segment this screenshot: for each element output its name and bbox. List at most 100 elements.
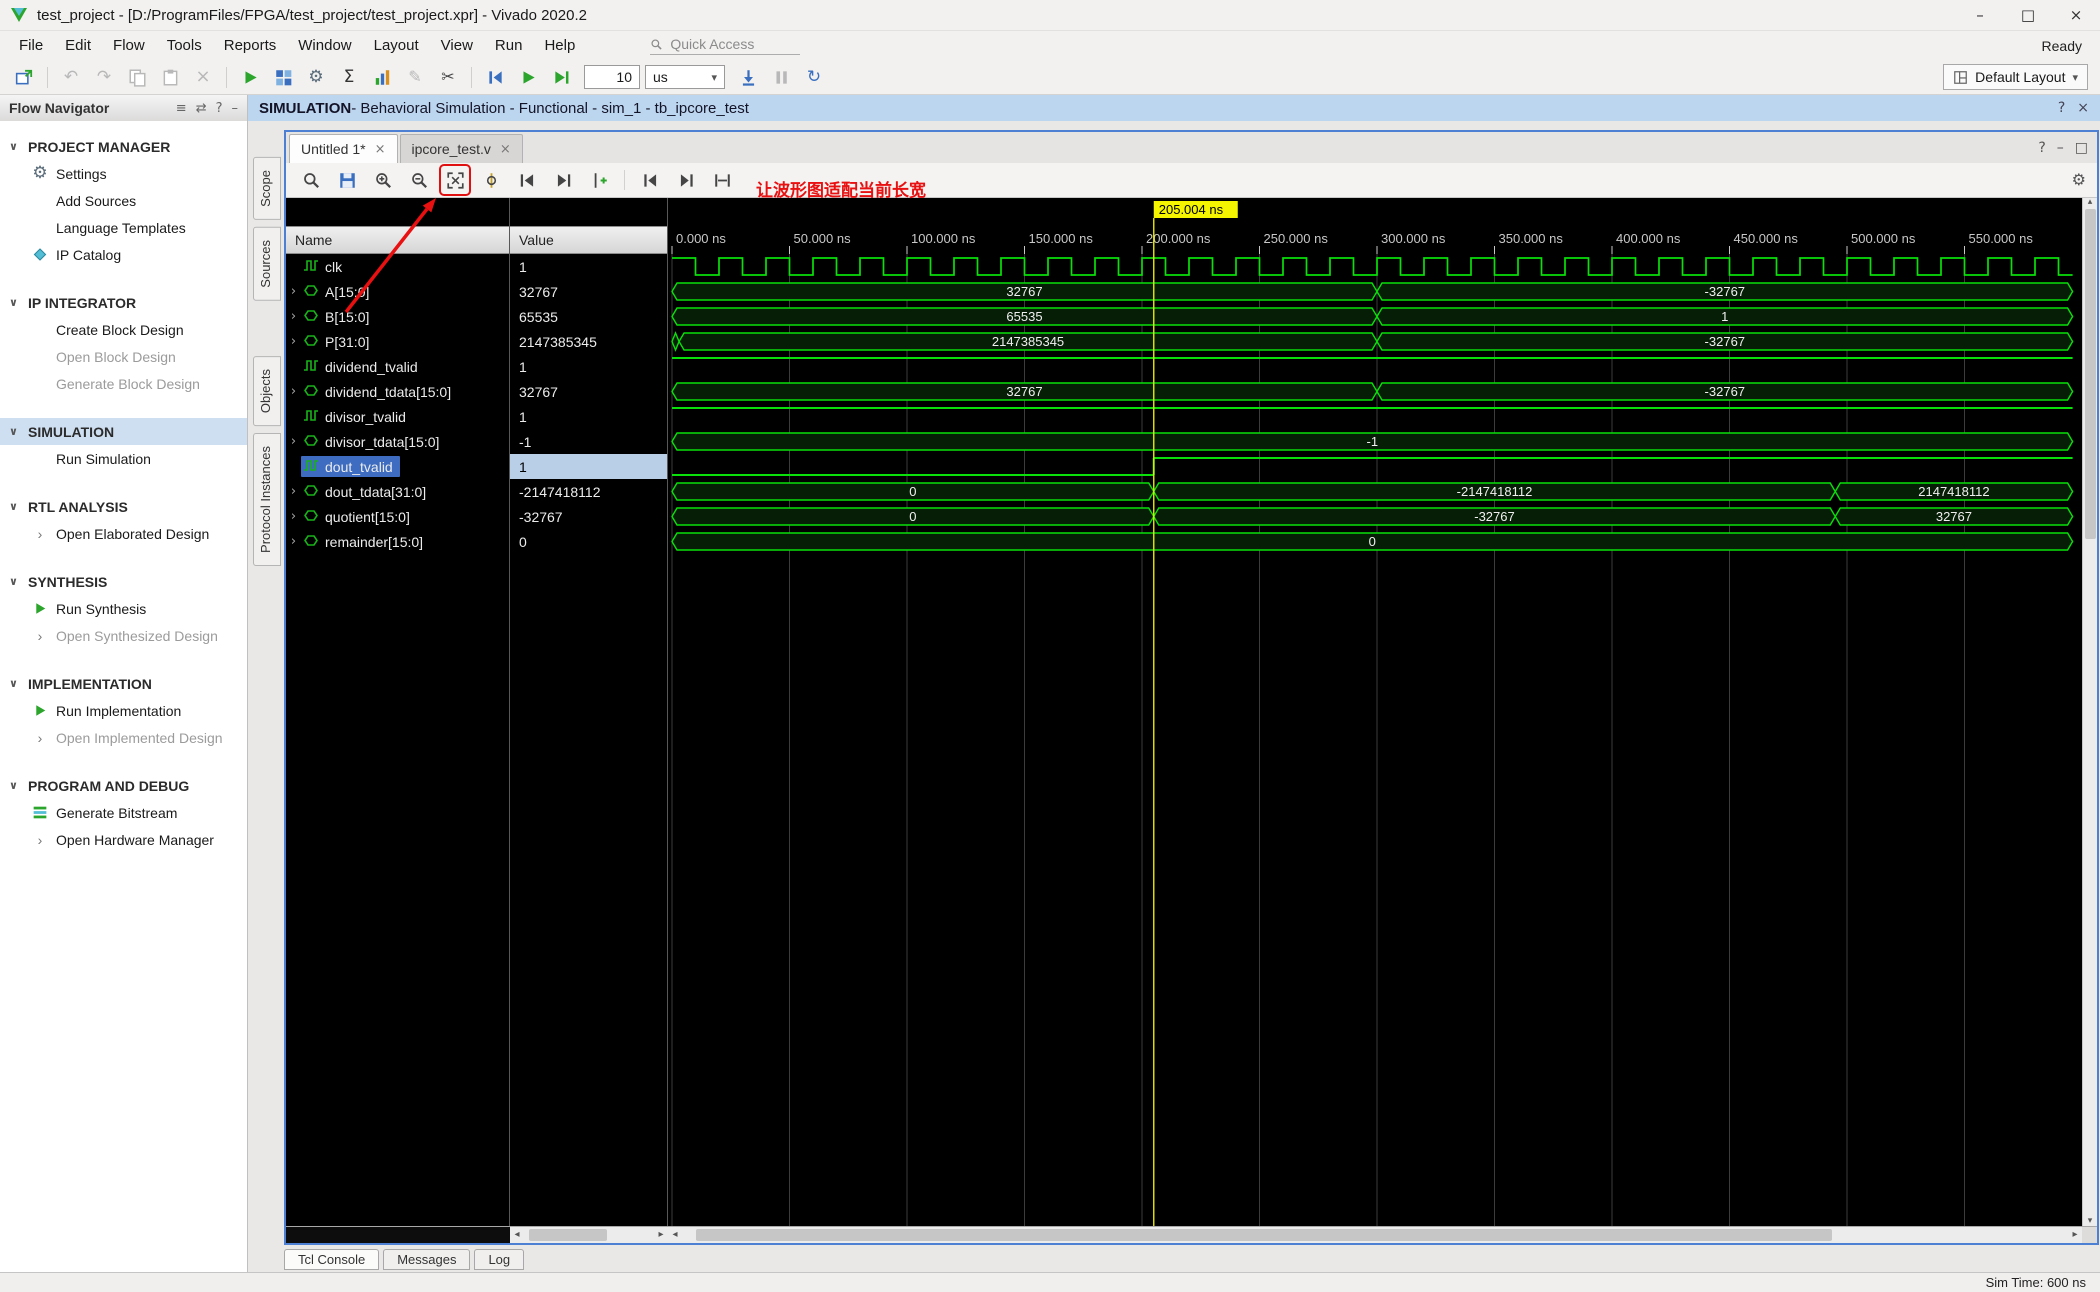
flow-item-open-elaborated-design[interactable]: › Open Elaborated Design <box>0 520 247 547</box>
value-cell-p-31-0[interactable]: 2147385345 <box>510 329 667 354</box>
goto-start-button[interactable] <box>637 167 663 193</box>
gear-button[interactable]: ⚙ <box>302 64 330 91</box>
flow-section-implementation[interactable]: ∨ IMPLEMENTATION <box>0 670 247 697</box>
flow-section-project-manager[interactable]: ∨ PROJECT MANAGER <box>0 133 247 160</box>
menu-layout[interactable]: Layout <box>363 34 430 57</box>
flow-section-simulation[interactable]: ∨ SIMULATION <box>0 418 247 445</box>
layout-select[interactable]: Default Layout ▾ <box>1943 64 2088 90</box>
flow-section-program-and-debug[interactable]: ∨ PROGRAM AND DEBUG <box>0 772 247 799</box>
chevron-right-icon[interactable]: › <box>31 525 49 543</box>
menu-run[interactable]: Run <box>484 34 534 57</box>
maximize-button[interactable]: □ <box>2004 0 2052 31</box>
step-button[interactable] <box>734 64 762 91</box>
flow-minimize-icon[interactable]: – <box>232 102 239 115</box>
bottom-tab-log[interactable]: Log <box>474 1249 525 1270</box>
value-cell-dividend-tvalid[interactable]: 1 <box>510 354 667 379</box>
value-cell-divisor-tvalid[interactable]: 1 <box>510 404 667 429</box>
zoom-out-button[interactable] <box>406 167 432 193</box>
dashboard-button[interactable] <box>269 64 297 91</box>
name-column-header[interactable]: Name <box>286 226 509 254</box>
flow-section-ip-integrator[interactable]: ∨ IP INTEGRATOR <box>0 289 247 316</box>
search-button[interactable] <box>298 167 324 193</box>
scroll-left-icon[interactable]: ◂ <box>510 1230 524 1240</box>
flow-item-open-hardware-manager[interactable]: › Open Hardware Manager <box>0 826 247 853</box>
signal-row-dout-tdata-31-0[interactable]: › dout_tdata[31:0] <box>286 479 509 504</box>
restart-button[interactable] <box>481 64 509 91</box>
goto-end-button[interactable] <box>673 167 699 193</box>
signal-row-divisor-tvalid[interactable]: divisor_tvalid <box>286 404 509 429</box>
value-scroll-thumb[interactable] <box>529 1229 608 1241</box>
expand-chevron-icon[interactable]: › <box>286 535 301 548</box>
probe-button[interactable]: ✂ <box>434 64 462 91</box>
expand-chevron-icon[interactable]: › <box>286 485 301 498</box>
value-column-header[interactable]: Value <box>510 226 667 254</box>
chevron-right-icon[interactable]: › <box>31 729 49 747</box>
signal-row-divisor-tdata-15-0[interactable]: › divisor_tdata[15:0] <box>286 429 509 454</box>
signal-row-dout-tvalid[interactable]: dout_tvalid <box>286 454 509 479</box>
signal-row-b-15-0[interactable]: › B[15:0] <box>286 304 509 329</box>
menu-reports[interactable]: Reports <box>213 34 288 57</box>
side-tab-objects[interactable]: Objects <box>253 355 281 426</box>
expand-chevron-icon[interactable]: › <box>286 510 301 523</box>
side-tab-scope[interactable]: Scope <box>253 157 281 220</box>
save-button[interactable] <box>334 167 360 193</box>
fit-width-button[interactable] <box>709 167 735 193</box>
value-cell-dout-tdata-31-0[interactable]: -2147418112 <box>510 479 667 504</box>
flow-item-run-simulation[interactable]: Run Simulation <box>0 445 247 472</box>
signal-row-remainder-15-0[interactable]: › remainder[15:0] <box>286 529 509 554</box>
vertical-scrollbar[interactable]: ▴ ▾ <box>2082 198 2097 1226</box>
menu-edit[interactable]: Edit <box>54 34 102 57</box>
flow-section-synthesis[interactable]: ∨ SYNTHESIS <box>0 568 247 595</box>
flow-item-generate-bitstream[interactable]: Generate Bitstream <box>0 799 247 826</box>
signal-row-p-31-0[interactable]: › P[31:0] <box>286 329 509 354</box>
delete-button[interactable]: × <box>189 64 217 91</box>
close-button[interactable]: × <box>2052 0 2100 31</box>
signal-row-dividend-tdata-15-0[interactable]: › dividend_tdata[15:0] <box>286 379 509 404</box>
quick-access-search[interactable]: Quick Access <box>650 36 801 55</box>
flow-help-icon[interactable]: ? <box>216 102 223 115</box>
expand-chevron-icon[interactable]: › <box>286 385 301 398</box>
run-for-button[interactable] <box>547 64 575 91</box>
value-cell-a-15-0[interactable]: 32767 <box>510 279 667 304</box>
value-cell-clk[interactable]: 1 <box>510 254 667 279</box>
bottom-tab-tcl-console[interactable]: Tcl Console <box>284 1249 380 1270</box>
flow-item-run-implementation[interactable]: Run Implementation <box>0 697 247 724</box>
prev-edge-button[interactable] <box>514 167 540 193</box>
scroll-down-icon[interactable]: ▾ <box>2088 1217 2093 1226</box>
pause-button[interactable] <box>767 64 795 91</box>
editor-tab-ipcore-test-v[interactable]: ipcore_test.v × <box>399 134 523 163</box>
redo-button[interactable]: ↷ <box>90 64 118 91</box>
value-cell-b-15-0[interactable]: 65535 <box>510 304 667 329</box>
expand-chevron-icon[interactable]: › <box>286 435 301 448</box>
sigma-button[interactable]: Σ <box>335 64 363 91</box>
flow-section-rtl-analysis[interactable]: ∨ RTL ANALYSIS <box>0 493 247 520</box>
value-cell-dout-tvalid[interactable]: 1 <box>510 454 667 479</box>
signal-row-dividend-tvalid[interactable]: dividend_tvalid <box>286 354 509 379</box>
flow-item-open-synthesized-design[interactable]: › Open Synthesized Design <box>0 622 247 649</box>
value-cell-quotient-15-0[interactable]: -32767 <box>510 504 667 529</box>
panel-float-icon[interactable]: – <box>2057 141 2064 155</box>
scroll-up-icon[interactable]: ▴ <box>2088 198 2093 207</box>
chevron-right-icon[interactable]: › <box>31 831 49 849</box>
menu-tools[interactable]: Tools <box>156 34 213 57</box>
edit-button[interactable]: ✎ <box>401 64 429 91</box>
flow-settings-icon[interactable]: ≡ <box>176 102 187 115</box>
panel-help-icon[interactable]: ? <box>2038 141 2045 155</box>
side-tab-sources[interactable]: Sources <box>253 226 281 301</box>
value-cell-dividend-tdata-15-0[interactable]: 32767 <box>510 379 667 404</box>
menu-window[interactable]: Window <box>287 34 362 57</box>
editor-tab-untitled-1[interactable]: Untitled 1* × <box>289 134 398 163</box>
menu-flow[interactable]: Flow <box>102 34 156 57</box>
flow-item-open-block-design[interactable]: Open Block Design <box>0 343 247 370</box>
side-tab-protocol-instances[interactable]: Protocol Instances <box>253 432 281 566</box>
menu-view[interactable]: View <box>430 34 484 57</box>
minimize-button[interactable]: – <box>1956 0 2004 31</box>
expand-chevron-icon[interactable]: › <box>286 285 301 298</box>
scroll-right-icon[interactable]: ▸ <box>654 1230 668 1240</box>
zoom-cursor-button[interactable] <box>478 167 504 193</box>
close-tab-icon[interactable]: × <box>375 143 386 156</box>
copy-button[interactable] <box>123 64 151 91</box>
signal-row-a-15-0[interactable]: › A[15:0] <box>286 279 509 304</box>
bottom-tab-messages[interactable]: Messages <box>383 1249 471 1270</box>
wave-scrollbar[interactable]: ◂ ▸ <box>668 1227 2082 1243</box>
